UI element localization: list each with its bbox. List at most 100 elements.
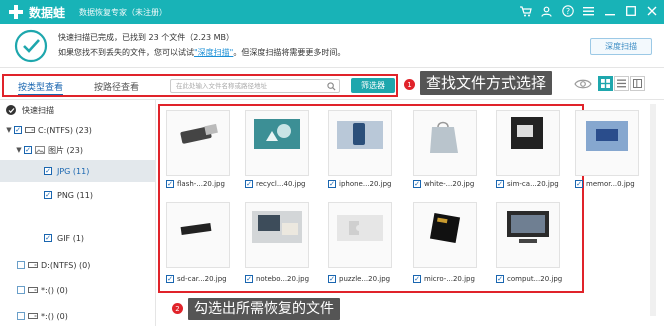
minimize-icon[interactable] — [603, 4, 616, 18]
scrollbar[interactable] — [650, 104, 656, 316]
checkbox[interactable]: ✓ — [166, 180, 174, 188]
tree-item-drive-c[interactable]: ▼ ✓ C:(NTFS) (23) — [0, 120, 155, 140]
svg-text:?: ? — [565, 7, 569, 16]
search-icon[interactable] — [327, 82, 336, 91]
checkbox[interactable]: ✓ — [245, 275, 253, 283]
maximize-icon[interactable] — [624, 4, 637, 18]
checkbox[interactable] — [17, 261, 25, 269]
file-thumbnail[interactable] — [413, 202, 477, 268]
sim-card-icon — [497, 111, 559, 175]
computer-icon — [497, 203, 559, 267]
checkbox[interactable]: ✓ — [575, 180, 583, 188]
step-1-badge: 1 — [404, 79, 415, 90]
menu-icon[interactable] — [582, 4, 595, 18]
file-caption[interactable]: ✓ notebo...20.jpg — [245, 275, 309, 283]
grid-view-icon[interactable] — [598, 76, 613, 91]
file-thumbnail[interactable] — [413, 110, 477, 176]
close-icon[interactable] — [645, 4, 658, 18]
file-caption[interactable]: ✓ iphone...20.jpg — [328, 180, 392, 188]
checkbox[interactable] — [17, 312, 25, 320]
checkbox[interactable]: ✓ — [496, 180, 504, 188]
file-caption[interactable]: ✓ micro-...20.jpg — [413, 275, 475, 283]
help-icon[interactable]: ? — [561, 4, 574, 18]
chevron-down-icon[interactable]: ▼ — [14, 146, 24, 154]
file-thumbnail[interactable] — [496, 110, 560, 176]
checkbox[interactable]: ✓ — [328, 180, 336, 188]
checkbox[interactable]: ✓ — [496, 275, 504, 283]
list-view-icon[interactable] — [614, 76, 629, 91]
tree-item-png[interactable]: ✓ PNG (11) — [0, 182, 155, 208]
tree-label: C:(NTFS) (23) — [38, 125, 92, 135]
checkmark-circle-icon — [6, 105, 16, 115]
file-caption[interactable]: ✓ flash-...20.jpg — [166, 180, 225, 188]
drive-icon — [28, 262, 38, 268]
step-2-callout: 勾选出所需恢复的文件 — [188, 298, 340, 320]
deep-scan-button[interactable]: 深度扫描 — [590, 38, 652, 55]
search-input[interactable]: 在此处输入文件名称或路径地址 — [170, 79, 340, 93]
scan-hint-post: 。但深度扫描将需要更多时间。 — [233, 48, 346, 57]
drive-icon — [25, 127, 35, 133]
search-placeholder: 在此处输入文件名称或路径地址 — [176, 82, 267, 90]
file-thumbnail[interactable] — [575, 110, 639, 176]
file-caption[interactable]: ✓ sd-car...20.jpg — [166, 275, 227, 283]
user-icon[interactable] — [540, 4, 553, 18]
file-thumbnail[interactable] — [245, 202, 309, 268]
tree-item-gif[interactable]: ✓ GIF (1) — [0, 228, 155, 248]
checkbox[interactable]: ✓ — [24, 146, 32, 154]
file-caption[interactable]: ✓ white-...20.jpg — [413, 180, 474, 188]
checkbox[interactable]: ✓ — [44, 191, 52, 199]
step-1-callout: 查找文件方式选择 — [420, 71, 553, 95]
file-name: sim-ca...20.jpg — [507, 180, 559, 188]
file-name: puzzle...20.jpg — [339, 275, 391, 283]
cart-icon[interactable] — [519, 4, 532, 18]
preview-eye-icon[interactable] — [574, 78, 592, 90]
tab-by-path[interactable]: 按路径查看 — [94, 80, 139, 93]
usb-flash-drive-icon — [167, 111, 229, 175]
deep-scan-link[interactable]: "深度扫描" — [194, 48, 233, 57]
drive-icon — [28, 287, 38, 293]
micro-sd-icon — [414, 203, 476, 267]
file-thumbnail[interactable] — [328, 202, 392, 268]
title-bar: 数据蛙 数据恢复专家（未注册） ? — [0, 0, 664, 24]
file-name: micro-...20.jpg — [424, 275, 475, 283]
file-thumbnail[interactable] — [496, 202, 560, 268]
file-name: white-...20.jpg — [424, 180, 475, 188]
scan-hint: 如果您找不到丢失的文件，您可以试试"深度扫描"。但深度扫描将需要更多时间。 — [58, 47, 345, 58]
file-caption[interactable]: ✓ memor...0.jpg — [575, 180, 635, 188]
checkbox[interactable]: ✓ — [413, 275, 421, 283]
detail-view-icon[interactable] — [630, 76, 645, 91]
chevron-down-icon[interactable]: ▼ — [4, 126, 14, 134]
checkbox[interactable]: ✓ — [328, 275, 336, 283]
checkbox[interactable] — [17, 286, 25, 294]
checkbox[interactable]: ✓ — [413, 180, 421, 188]
bag-icon — [414, 111, 476, 175]
tree-item-unknown-drive-1[interactable]: *:() (0) — [0, 280, 155, 300]
file-caption[interactable]: ✓ puzzle...20.jpg — [328, 275, 390, 283]
memory-card-icon — [576, 111, 638, 175]
file-thumbnail[interactable] — [166, 110, 230, 176]
tree-label: GIF (1) — [57, 233, 85, 243]
phone-in-hand-icon — [329, 111, 391, 175]
checkbox[interactable]: ✓ — [44, 167, 52, 175]
checkbox[interactable]: ✓ — [245, 180, 253, 188]
tree-label: PNG (11) — [57, 190, 93, 200]
file-caption[interactable]: ✓ comput...20.jpg — [496, 275, 562, 283]
tree-item-unknown-drive-2[interactable]: *:() (0) — [0, 306, 155, 326]
tree-item-jpg[interactable]: ✓ JPG (11) — [0, 160, 155, 182]
tree-item-images[interactable]: ▼ ✓ 图片 (23) — [0, 140, 155, 160]
checkbox[interactable]: ✓ — [166, 275, 174, 283]
tree-item-drive-d[interactable]: D:(NTFS) (0) — [0, 255, 155, 275]
file-caption[interactable]: ✓ recycl...40.jpg — [245, 180, 305, 188]
view-mode-highlight: 按类型查看 按路径查看 在此处输入文件名称或路径地址 筛选器 — [2, 74, 398, 97]
tab-by-type[interactable]: 按类型查看 — [18, 80, 64, 95]
filter-button[interactable]: 筛选器 — [351, 78, 395, 93]
file-name: iphone...20.jpg — [339, 180, 392, 188]
file-thumbnail[interactable] — [245, 110, 309, 176]
checkbox[interactable]: ✓ — [44, 234, 52, 242]
file-thumbnail[interactable] — [166, 202, 230, 268]
checkbox[interactable]: ✓ — [14, 126, 22, 134]
file-name: notebo...20.jpg — [256, 275, 310, 283]
file-thumbnail[interactable] — [328, 110, 392, 176]
file-caption[interactable]: ✓ sim-ca...20.jpg — [496, 180, 559, 188]
tree-item-quick-scan[interactable]: 快速扫描 — [0, 100, 155, 120]
